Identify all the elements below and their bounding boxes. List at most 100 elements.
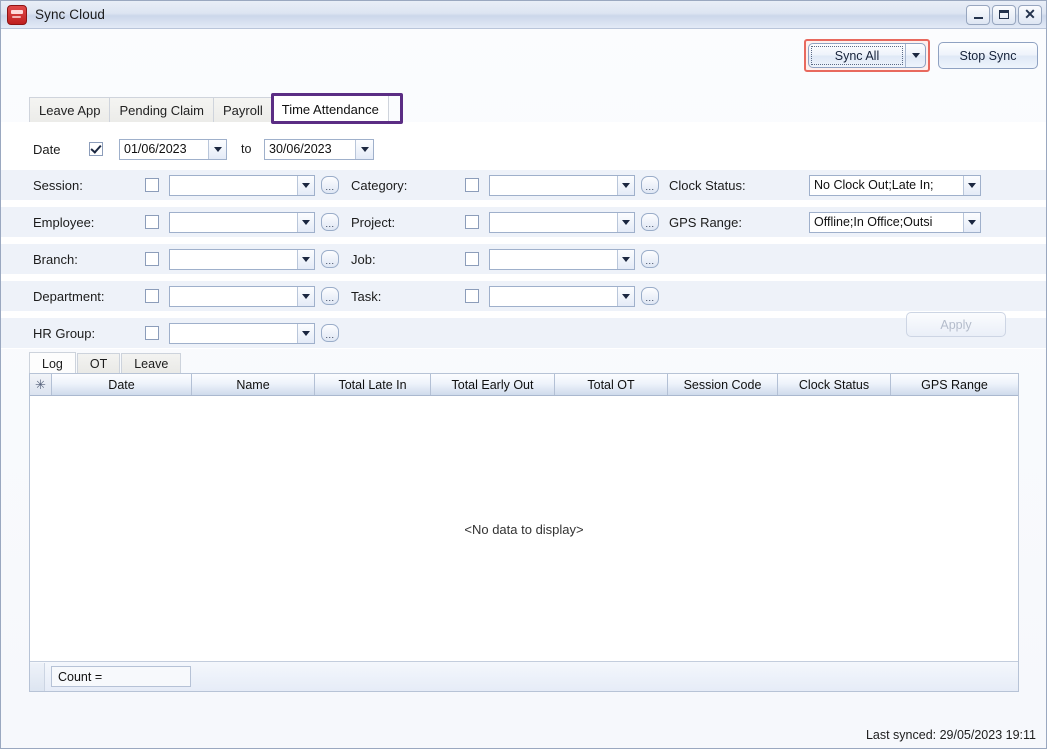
branch-browse-button[interactable]: ... [321,250,339,268]
hr-group-combo[interactable] [169,322,315,344]
department-dropdown-icon[interactable] [297,286,314,306]
session-combo[interactable] [169,174,315,196]
date-to-dropdown-icon[interactable] [355,139,373,159]
hr-group-browse-button[interactable]: ... [321,324,339,342]
maximize-button[interactable] [992,4,1016,25]
branch-checkbox[interactable] [145,252,159,266]
date-to-picker[interactable]: 30/06/2023 [264,138,374,160]
job-label: Job: [351,251,376,267]
clock-status-value: No Clock Out;Late In; [814,178,934,192]
session-dropdown-icon[interactable] [297,175,314,195]
task-combo[interactable] [489,285,635,307]
job-combo[interactable] [489,248,635,270]
hr-group-dropdown-icon[interactable] [297,323,314,343]
employee-value [170,213,297,232]
grid-column-clock-status[interactable]: Clock Status [778,374,891,395]
date-from-value: 01/06/2023 [124,142,187,156]
session-checkbox[interactable] [145,178,159,192]
date-from-picker[interactable]: 01/06/2023 [119,138,227,160]
task-browse-button[interactable]: ... [641,287,659,305]
job-value [490,250,617,269]
clock-status-combo[interactable]: No Clock Out;Late In; [809,174,981,196]
tab-leave-app[interactable]: Leave App [29,97,111,122]
close-button[interactable]: ✕ [1018,4,1042,25]
filter-row-employee: Employee: ... Project: ... GPS Range: Of… [1,207,1046,237]
grid-column-name[interactable]: Name [192,374,315,395]
sync-all-split-button[interactable]: Sync All [808,43,926,68]
task-dropdown-icon[interactable] [617,286,634,306]
grid-empty-message: <No data to display> [464,521,584,537]
employee-dropdown-icon[interactable] [297,212,314,232]
hr-group-label: HR Group: [33,325,96,341]
window-controls: ✕ [966,4,1046,25]
task-checkbox[interactable] [465,289,479,303]
tab-payroll[interactable]: Payroll [213,97,273,122]
branch-combo[interactable] [169,248,315,270]
grid-column-date[interactable]: Date [52,374,192,395]
grid-body: <No data to display> [30,396,1018,662]
department-label: Department: [33,288,105,304]
session-browse-button[interactable]: ... [321,176,339,194]
sync-all-button[interactable]: Sync All [809,44,905,67]
gps-range-dropdown-icon[interactable] [963,212,980,232]
category-browse-button[interactable]: ... [641,176,659,194]
close-icon: ✕ [1024,6,1036,22]
grid-tab-log[interactable]: Log [29,352,76,374]
category-combo[interactable] [489,174,635,196]
job-checkbox[interactable] [465,252,479,266]
session-value [170,176,297,195]
grid-column-total-ot[interactable]: Total OT [555,374,668,395]
filter-panel: Date 01/06/2023 to 30/06/2023 Session: .… [1,122,1046,349]
department-browse-button[interactable]: ... [321,287,339,305]
employee-label: Employee: [33,214,95,230]
project-dropdown-icon[interactable] [617,212,634,232]
grid-tab-leave[interactable]: Leave [121,353,182,374]
filter-row-session: Session: ... Category: ... Clock Status:… [1,170,1046,200]
grid-footer-handle [30,662,45,691]
date-from-dropdown-icon[interactable] [208,139,226,159]
department-combo[interactable] [169,285,315,307]
clock-status-dropdown-icon[interactable] [963,175,980,195]
grid-column-total-late-in[interactable]: Total Late In [315,374,431,395]
grid-count-cell[interactable]: Count = [51,666,191,687]
tab-pending-claim[interactable]: Pending Claim [109,97,214,122]
results-grid-container: Log OT Leave ✳ Date Name Total Late In T… [29,352,1019,692]
last-synced-text: Last synced: 29/05/2023 19:11 [865,728,1036,742]
top-toolbar: Sync All Stop Sync [804,39,1038,72]
grid-column-session-code[interactable]: Session Code [668,374,778,395]
date-enabled-checkbox[interactable] [89,142,103,156]
project-combo[interactable] [489,211,635,233]
branch-dropdown-icon[interactable] [297,249,314,269]
category-dropdown-icon[interactable] [617,175,634,195]
job-browse-button[interactable]: ... [641,250,659,268]
project-checkbox[interactable] [465,215,479,229]
sync-cloud-window: Sync Cloud ✕ Sync All Stop Sync Leave Ap… [0,0,1047,749]
category-checkbox[interactable] [465,178,479,192]
grid-tab-strip: Log OT Leave [29,352,1019,374]
tab-time-attendance[interactable]: Time Attendance [271,95,389,122]
minimize-button[interactable] [966,4,990,25]
stop-sync-button[interactable]: Stop Sync [938,42,1038,69]
employee-checkbox[interactable] [145,215,159,229]
grid-header-row: ✳ Date Name Total Late In Total Early Ou… [30,374,1018,396]
hr-group-checkbox[interactable] [145,326,159,340]
job-dropdown-icon[interactable] [617,249,634,269]
filter-row-hr-group: HR Group: ... [1,318,1046,348]
employee-combo[interactable] [169,211,315,233]
gps-range-combo[interactable]: Offline;In Office;Outsi [809,211,981,233]
grid-tab-ot[interactable]: OT [76,353,121,374]
grid-column-gps-range[interactable]: GPS Range [891,374,1018,395]
title-bar: Sync Cloud ✕ [1,1,1046,29]
employee-browse-button[interactable]: ... [321,213,339,231]
sync-all-dropdown-button[interactable] [905,44,925,67]
project-browse-button[interactable]: ... [641,213,659,231]
minimize-icon [973,16,983,19]
department-checkbox[interactable] [145,289,159,303]
filter-row-department: Department: ... Task: ... [1,281,1046,311]
department-value [170,287,297,306]
apply-button[interactable]: Apply [906,312,1006,337]
date-to-label: to [241,142,252,156]
task-label: Task: [351,288,382,304]
grid-column-total-early-out[interactable]: Total Early Out [431,374,555,395]
main-tab-strip: Leave App Pending Claim Payroll Time Att… [1,95,1046,123]
